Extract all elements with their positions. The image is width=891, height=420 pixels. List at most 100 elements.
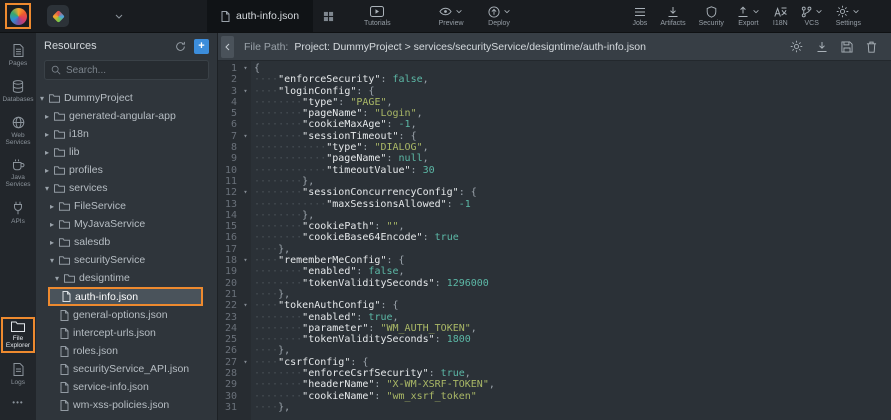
toolbar-artifacts-button[interactable]: Artifacts <box>660 5 685 27</box>
caret-down-icon[interactable]: ▾ <box>55 274 64 283</box>
code-line[interactable]: 6········"cookieMaxAge": -1, <box>218 119 891 130</box>
code-line[interactable]: 11········}, <box>218 176 891 187</box>
fold-toggle[interactable]: ▾ <box>240 86 251 97</box>
code-line[interactable]: 4········"type": "PAGE", <box>218 97 891 108</box>
sidebar-item-more[interactable]: ••• <box>1 396 35 409</box>
tree-item-salesdb[interactable]: ▸salesdb <box>36 233 217 251</box>
caret-right-icon[interactable]: ▸ <box>45 148 54 157</box>
sidebar-item-web-services[interactable]: Web Services <box>1 113 35 149</box>
toolbar-vcs-button[interactable]: VCS <box>801 5 823 27</box>
code-line[interactable]: 2····"enforceSecurity": false, <box>218 74 891 85</box>
tree-item-generated-angular-app[interactable]: ▸generated-angular-app <box>36 107 217 125</box>
caret-right-icon[interactable]: ▸ <box>50 220 59 229</box>
tutorials-button[interactable]: Tutorials <box>364 5 391 27</box>
code-line[interactable]: 16········"cookieBase64Encode": true <box>218 232 891 243</box>
fold-toggle[interactable]: ▾ <box>240 357 251 368</box>
caret-down-icon[interactable]: ▾ <box>40 94 49 103</box>
add-resource-button[interactable]: + <box>194 39 209 54</box>
code-line[interactable]: 30········"cookieName": "wm_xsrf_token" <box>218 391 891 402</box>
tree-item-roles-json[interactable]: roles.json <box>36 342 217 360</box>
code-line[interactable]: 12▾········"sessionConcurrencyConfig": { <box>218 187 891 198</box>
fold-toggle[interactable]: ▾ <box>240 255 251 266</box>
toolbar-security-button[interactable]: Security <box>699 5 724 27</box>
caret-right-icon[interactable]: ▸ <box>45 166 54 175</box>
code-line[interactable]: 26····}, <box>218 345 891 356</box>
caret-down-icon[interactable]: ▾ <box>45 184 54 193</box>
code-line[interactable]: 8············"type": "DIALOG", <box>218 142 891 153</box>
code-line[interactable]: 21····}, <box>218 289 891 300</box>
code-line[interactable]: 13············"maxSessionsAllowed": -1 <box>218 199 891 210</box>
deploy-button[interactable]: Deploy <box>488 5 511 27</box>
code-line[interactable]: 17····}, <box>218 244 891 255</box>
delete-file-button[interactable] <box>866 40 877 53</box>
toolbar-jobs-button[interactable]: Jobs <box>633 5 648 27</box>
sidebar-item-pages[interactable]: Pages <box>1 41 35 70</box>
tree-item-i18n[interactable]: ▸i18n <box>36 125 217 143</box>
tree-item-wm-xss-policies-json[interactable]: wm-xss-policies.json <box>36 396 217 414</box>
download-file-button[interactable] <box>816 40 828 53</box>
sidebar-item-java-services[interactable]: Java Services <box>1 156 35 191</box>
sidebar-item-apis[interactable]: APIs <box>1 198 35 228</box>
file-settings-button[interactable] <box>790 40 803 53</box>
code-line[interactable]: 19········"enabled": false, <box>218 266 891 277</box>
code-line[interactable]: 15········"cookiePath": "", <box>218 221 891 232</box>
project-avatar[interactable] <box>47 5 69 27</box>
tree-item-auth-info-json[interactable]: auth-info.json <box>48 287 203 306</box>
code-line[interactable]: 24········"parameter": "WM_AUTH_TOKEN", <box>218 323 891 334</box>
caret-right-icon[interactable]: ▸ <box>50 238 59 247</box>
code-line[interactable]: 1▾{ <box>218 63 891 74</box>
code-line[interactable]: 14········}, <box>218 210 891 221</box>
tree-item-securityservice-api-json[interactable]: securityService_API.json <box>36 360 217 378</box>
caret-down-icon[interactable]: ▾ <box>50 256 59 265</box>
search-input[interactable] <box>66 65 202 76</box>
code-line[interactable]: 20········"tokenValiditySeconds": 129600… <box>218 278 891 289</box>
fold-toggle[interactable]: ▾ <box>240 300 251 311</box>
code-line[interactable]: 9············"pageName": null, <box>218 153 891 164</box>
line-number: 1 <box>218 63 240 74</box>
toolbar-export-button[interactable]: Export <box>737 5 760 27</box>
tree-item-myjavaservice[interactable]: ▸MyJavaService <box>36 215 217 233</box>
code-line[interactable]: 31····}, <box>218 402 891 413</box>
toolbar-i18n-button[interactable]: I18N <box>773 5 788 27</box>
save-file-button[interactable] <box>841 40 853 53</box>
tree-item-profiles[interactable]: ▸profiles <box>36 161 217 179</box>
tree-item-lib[interactable]: ▸lib <box>36 143 217 161</box>
tree-item-services[interactable]: ▾services <box>36 179 217 197</box>
code-editor[interactable]: 1▾{2····"enforceSecurity": false,3▾····"… <box>218 61 891 420</box>
code-line[interactable]: 10············"timeoutValue": 30 <box>218 165 891 176</box>
collapse-panel-button[interactable] <box>221 36 234 58</box>
tree-item-fileservice[interactable]: ▸FileService <box>36 197 217 215</box>
tree-item-dummyproject[interactable]: ▾DummyProject <box>36 89 217 107</box>
caret-right-icon[interactable]: ▸ <box>45 130 54 139</box>
layout-grid-button[interactable] <box>323 11 334 22</box>
sidebar-item-file-explorer[interactable]: File Explorer <box>1 317 35 353</box>
code-line[interactable]: 29········"headerName": "X-WM-XSRF-TOKEN… <box>218 379 891 390</box>
toolbar-settings-button[interactable]: Settings <box>836 5 861 27</box>
sidebar-item-databases[interactable]: Databases <box>1 77 35 106</box>
code-line[interactable]: 28········"enforceCsrfSecurity": true, <box>218 368 891 379</box>
code-line[interactable]: 22▾····"tokenAuthConfig": { <box>218 300 891 311</box>
caret-right-icon[interactable]: ▸ <box>50 202 59 211</box>
code-line[interactable]: 18▾····"rememberMeConfig": { <box>218 255 891 266</box>
tree-item-securityservice[interactable]: ▾securityService <box>36 251 217 269</box>
code-line[interactable]: 27▾····"csrfConfig": { <box>218 357 891 368</box>
code-line[interactable]: 3▾····"loginConfig": { <box>218 86 891 97</box>
open-file-tab[interactable]: auth-info.json <box>207 0 313 32</box>
preview-button[interactable]: Preview <box>439 5 464 27</box>
tree-item-designtime[interactable]: ▾designtime <box>36 269 217 287</box>
tree-item-general-options-json[interactable]: general-options.json <box>36 306 217 324</box>
fold-toggle[interactable]: ▾ <box>240 63 251 74</box>
app-logo[interactable] <box>5 3 31 29</box>
sidebar-item-logs[interactable]: Logs <box>1 360 35 389</box>
refresh-button[interactable] <box>175 41 186 52</box>
code-line[interactable]: 25········"tokenValiditySeconds": 1800 <box>218 334 891 345</box>
code-line[interactable]: 5········"pageName": "Login", <box>218 108 891 119</box>
fold-toggle[interactable]: ▾ <box>240 187 251 198</box>
code-line[interactable]: 23········"enabled": true, <box>218 312 891 323</box>
caret-right-icon[interactable]: ▸ <box>45 112 54 121</box>
project-switcher-button[interactable] <box>115 14 123 19</box>
tree-item-service-info-json[interactable]: service-info.json <box>36 378 217 396</box>
fold-toggle[interactable]: ▾ <box>240 131 251 142</box>
tree-item-intercept-urls-json[interactable]: intercept-urls.json <box>36 324 217 342</box>
code-line[interactable]: 7▾········"sessionTimeout": { <box>218 131 891 142</box>
